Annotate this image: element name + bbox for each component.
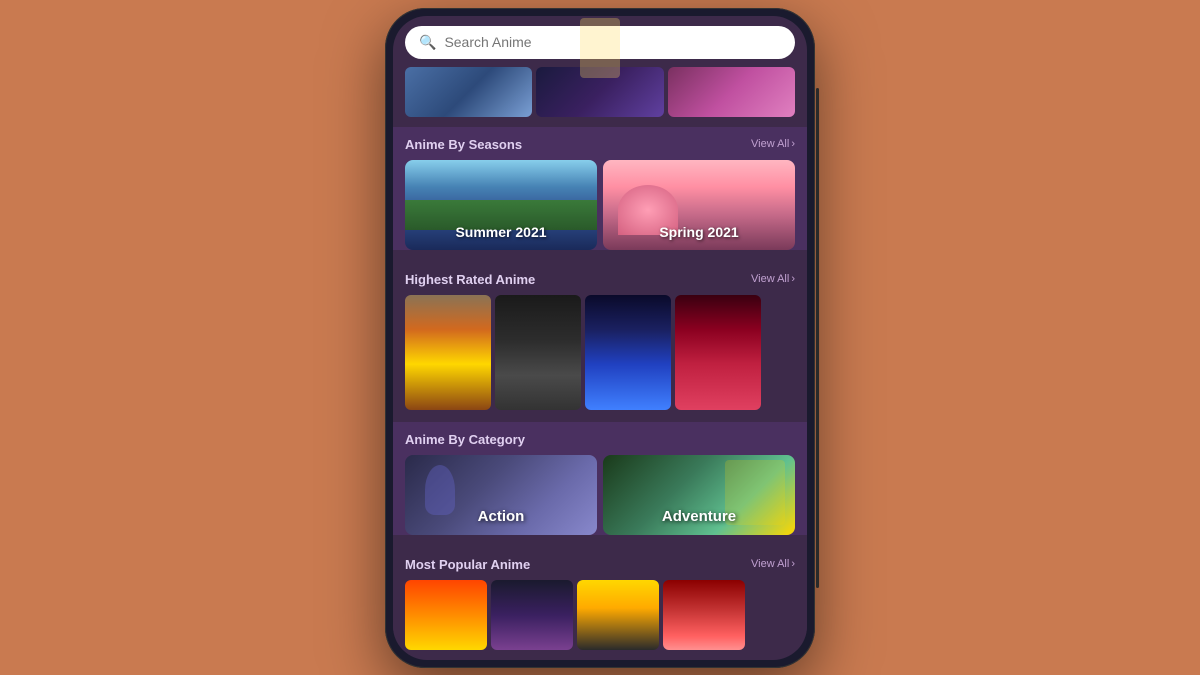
rated-card-3[interactable] <box>585 295 671 410</box>
search-icon: 🔍 <box>419 34 436 51</box>
seasons-header: Anime By Seasons View All › <box>393 133 807 160</box>
season-card-summer[interactable]: Summer 2021 <box>405 160 597 250</box>
seasons-view-all[interactable]: View All › <box>751 138 795 150</box>
highest-rated-title: Highest Rated Anime <box>405 272 535 287</box>
category-title: Anime By Category <box>405 432 525 447</box>
banner-thumb-1 <box>405 67 532 117</box>
highest-rated-section: Highest Rated Anime View All › <box>393 262 807 410</box>
category-header: Anime By Category <box>393 428 807 455</box>
category-card-adventure[interactable]: Adventure <box>603 455 795 535</box>
scroll-content[interactable]: Anime By Seasons View All › Summer 2021 … <box>393 67 807 660</box>
popular-card-4[interactable] <box>663 580 745 650</box>
popular-card-3[interactable] <box>577 580 659 650</box>
category-adventure-label: Adventure <box>662 508 736 525</box>
seasons-grid: Summer 2021 Spring 2021 <box>393 160 807 250</box>
rated-card-4[interactable] <box>675 295 761 410</box>
category-card-action[interactable]: Action <box>405 455 597 535</box>
phone-screen: 🔍 Anime By Seasons View All › <box>393 16 807 660</box>
highest-rated-view-all[interactable]: View All › <box>751 273 795 285</box>
rated-card-1[interactable] <box>405 295 491 410</box>
most-popular-header: Most Popular Anime View All › <box>393 553 807 580</box>
season-summer-label: Summer 2021 <box>455 224 546 240</box>
category-section: Anime By Category Action Adventure <box>393 422 807 535</box>
season-card-spring[interactable]: Spring 2021 <box>603 160 795 250</box>
most-popular-view-all[interactable]: View All › <box>751 558 795 570</box>
popular-row[interactable] <box>393 580 807 650</box>
rated-card-2[interactable] <box>495 295 581 410</box>
highest-rated-header: Highest Rated Anime View All › <box>393 268 807 295</box>
season-spring-label: Spring 2021 <box>659 224 738 240</box>
popular-card-1[interactable] <box>405 580 487 650</box>
most-popular-title: Most Popular Anime <box>405 557 530 572</box>
category-grid: Action Adventure <box>393 455 807 535</box>
most-popular-section: Most Popular Anime View All › <box>393 547 807 650</box>
rated-row[interactable] <box>393 295 807 410</box>
category-action-label: Action <box>478 508 525 525</box>
popular-card-2[interactable] <box>491 580 573 650</box>
seasons-section: Anime By Seasons View All › Summer 2021 … <box>393 127 807 250</box>
seasons-title: Anime By Seasons <box>405 137 522 152</box>
phone-frame: 🔍 Anime By Seasons View All › <box>385 8 815 668</box>
banner-thumb-3 <box>668 67 795 117</box>
